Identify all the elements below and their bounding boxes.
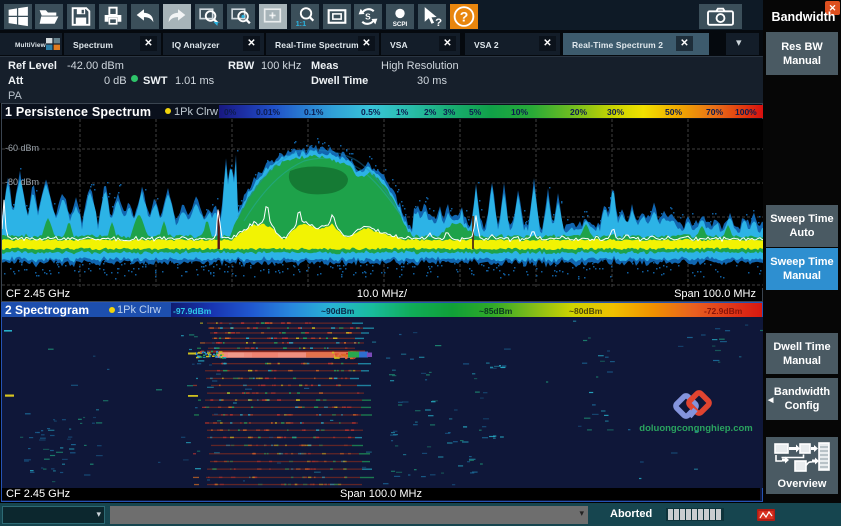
svg-text:S: S — [365, 11, 371, 21]
svg-text:?: ? — [460, 8, 469, 24]
svg-text:SCPI: SCPI — [393, 20, 408, 27]
svg-text:?: ? — [435, 16, 442, 28]
svg-text:doluongcongnghiep.com: doluongcongnghiep.com — [639, 423, 752, 434]
svg-text:1:1: 1:1 — [295, 18, 306, 27]
